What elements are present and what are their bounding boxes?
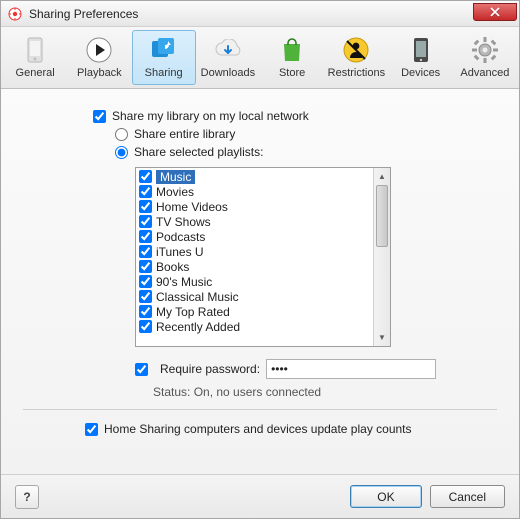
playlist-checkbox[interactable] (139, 320, 152, 333)
tab-downloads[interactable]: Downloads (196, 30, 260, 85)
playlist-item[interactable]: TV Shows (137, 214, 372, 229)
close-button[interactable] (473, 3, 517, 21)
share-entire-label: Share entire library (134, 127, 235, 141)
playlist-label: Recently Added (156, 320, 240, 334)
tab-label: Devices (401, 67, 440, 79)
require-password-checkbox[interactable] (135, 363, 148, 376)
share-library-label: Share my library on my local network (112, 109, 309, 123)
playlist-item[interactable]: Classical Music (137, 289, 372, 304)
window-title: Sharing Preferences (29, 7, 473, 21)
playlist-label: iTunes U (156, 245, 204, 259)
playlist-item[interactable]: Books (137, 259, 372, 274)
help-button[interactable]: ? (15, 485, 39, 509)
scroll-thumb[interactable] (376, 185, 388, 247)
playlist-label: Classical Music (156, 290, 239, 304)
playlist-item[interactable]: Movies (137, 184, 372, 199)
store-bag-icon (278, 36, 306, 64)
playlist-listbox[interactable]: MusicMoviesHome VideosTV ShowsPodcastsiT… (135, 167, 391, 347)
tab-label: Sharing (145, 67, 183, 79)
scroll-up-arrow[interactable]: ▲ (374, 168, 390, 185)
ok-button[interactable]: OK (350, 485, 421, 508)
tab-label: Advanced (460, 67, 509, 79)
playlist-checkbox[interactable] (139, 230, 152, 243)
share-selected-radio[interactable] (115, 146, 128, 159)
playlist-label: 90's Music (156, 275, 212, 289)
playlist-label: Home Videos (156, 200, 228, 214)
playlist-checkbox[interactable] (139, 275, 152, 288)
sharing-pane: Share my library on my local network Sha… (1, 89, 519, 474)
playlist-item[interactable]: Home Videos (137, 199, 372, 214)
home-sharing-label: Home Sharing computers and devices updat… (104, 422, 412, 436)
gear-icon (471, 36, 499, 64)
titlebar: Sharing Preferences (1, 1, 519, 27)
restrictions-icon (342, 36, 370, 64)
tab-sharing[interactable]: Sharing (132, 30, 196, 85)
password-field[interactable] (266, 359, 436, 379)
playlist-item[interactable]: iTunes U (137, 244, 372, 259)
cancel-button[interactable]: Cancel (430, 485, 505, 508)
scroll-down-arrow[interactable]: ▼ (374, 329, 390, 346)
tab-label: Store (279, 67, 305, 79)
playlist-label: Movies (156, 185, 194, 199)
tab-label: Downloads (201, 67, 255, 79)
playlist-checkbox[interactable] (139, 245, 152, 258)
tab-label: Restrictions (328, 67, 385, 79)
playlist-label: My Top Rated (156, 305, 230, 319)
playlist-item[interactable]: Recently Added (137, 319, 372, 334)
share-library-checkbox[interactable] (93, 110, 106, 123)
status-text: Status: On, no users connected (153, 385, 497, 399)
playlist-checkbox[interactable] (139, 215, 152, 228)
playlist-label: Books (156, 260, 189, 274)
playlist-label: Music (156, 170, 195, 184)
tab-label: General (16, 67, 55, 79)
tab-label: Playback (77, 67, 122, 79)
home-sharing-checkbox[interactable] (85, 423, 98, 436)
playlist-label: Podcasts (156, 230, 205, 244)
sharing-icon (150, 36, 178, 64)
playlist-item[interactable]: Music (137, 169, 372, 184)
playlist-checkbox[interactable] (139, 260, 152, 273)
tab-restrictions[interactable]: Restrictions (324, 30, 388, 85)
tab-devices[interactable]: Devices (389, 30, 453, 85)
tab-general[interactable]: General (3, 30, 67, 85)
play-icon (85, 36, 113, 64)
playlist-item[interactable]: My Top Rated (137, 304, 372, 319)
footer: ? OK Cancel (1, 474, 519, 518)
playlist-item[interactable]: Podcasts (137, 229, 372, 244)
playlist-checkbox[interactable] (139, 170, 152, 183)
share-entire-radio[interactable] (115, 128, 128, 141)
playlist-label: TV Shows (156, 215, 211, 229)
toolbar: General Playback Sharing Downloads Store… (1, 27, 519, 89)
tab-playback[interactable]: Playback (67, 30, 131, 85)
playlist-checkbox[interactable] (139, 290, 152, 303)
window: Sharing Preferences General Playback Sha… (0, 0, 520, 519)
playlist-checkbox[interactable] (139, 200, 152, 213)
tab-store[interactable]: Store (260, 30, 324, 85)
phone-icon (407, 36, 435, 64)
scrollbar[interactable]: ▲ ▼ (373, 168, 390, 346)
share-selected-label: Share selected playlists: (134, 145, 263, 159)
divider (23, 409, 497, 410)
download-cloud-icon (214, 36, 242, 64)
require-password-label: Require password: (160, 362, 260, 376)
playlist-item[interactable]: 90's Music (137, 274, 372, 289)
playlist-checkbox[interactable] (139, 185, 152, 198)
playlist-checkbox[interactable] (139, 305, 152, 318)
tab-advanced[interactable]: Advanced (453, 30, 517, 85)
device-generic-icon (21, 36, 49, 64)
app-icon (7, 6, 23, 22)
